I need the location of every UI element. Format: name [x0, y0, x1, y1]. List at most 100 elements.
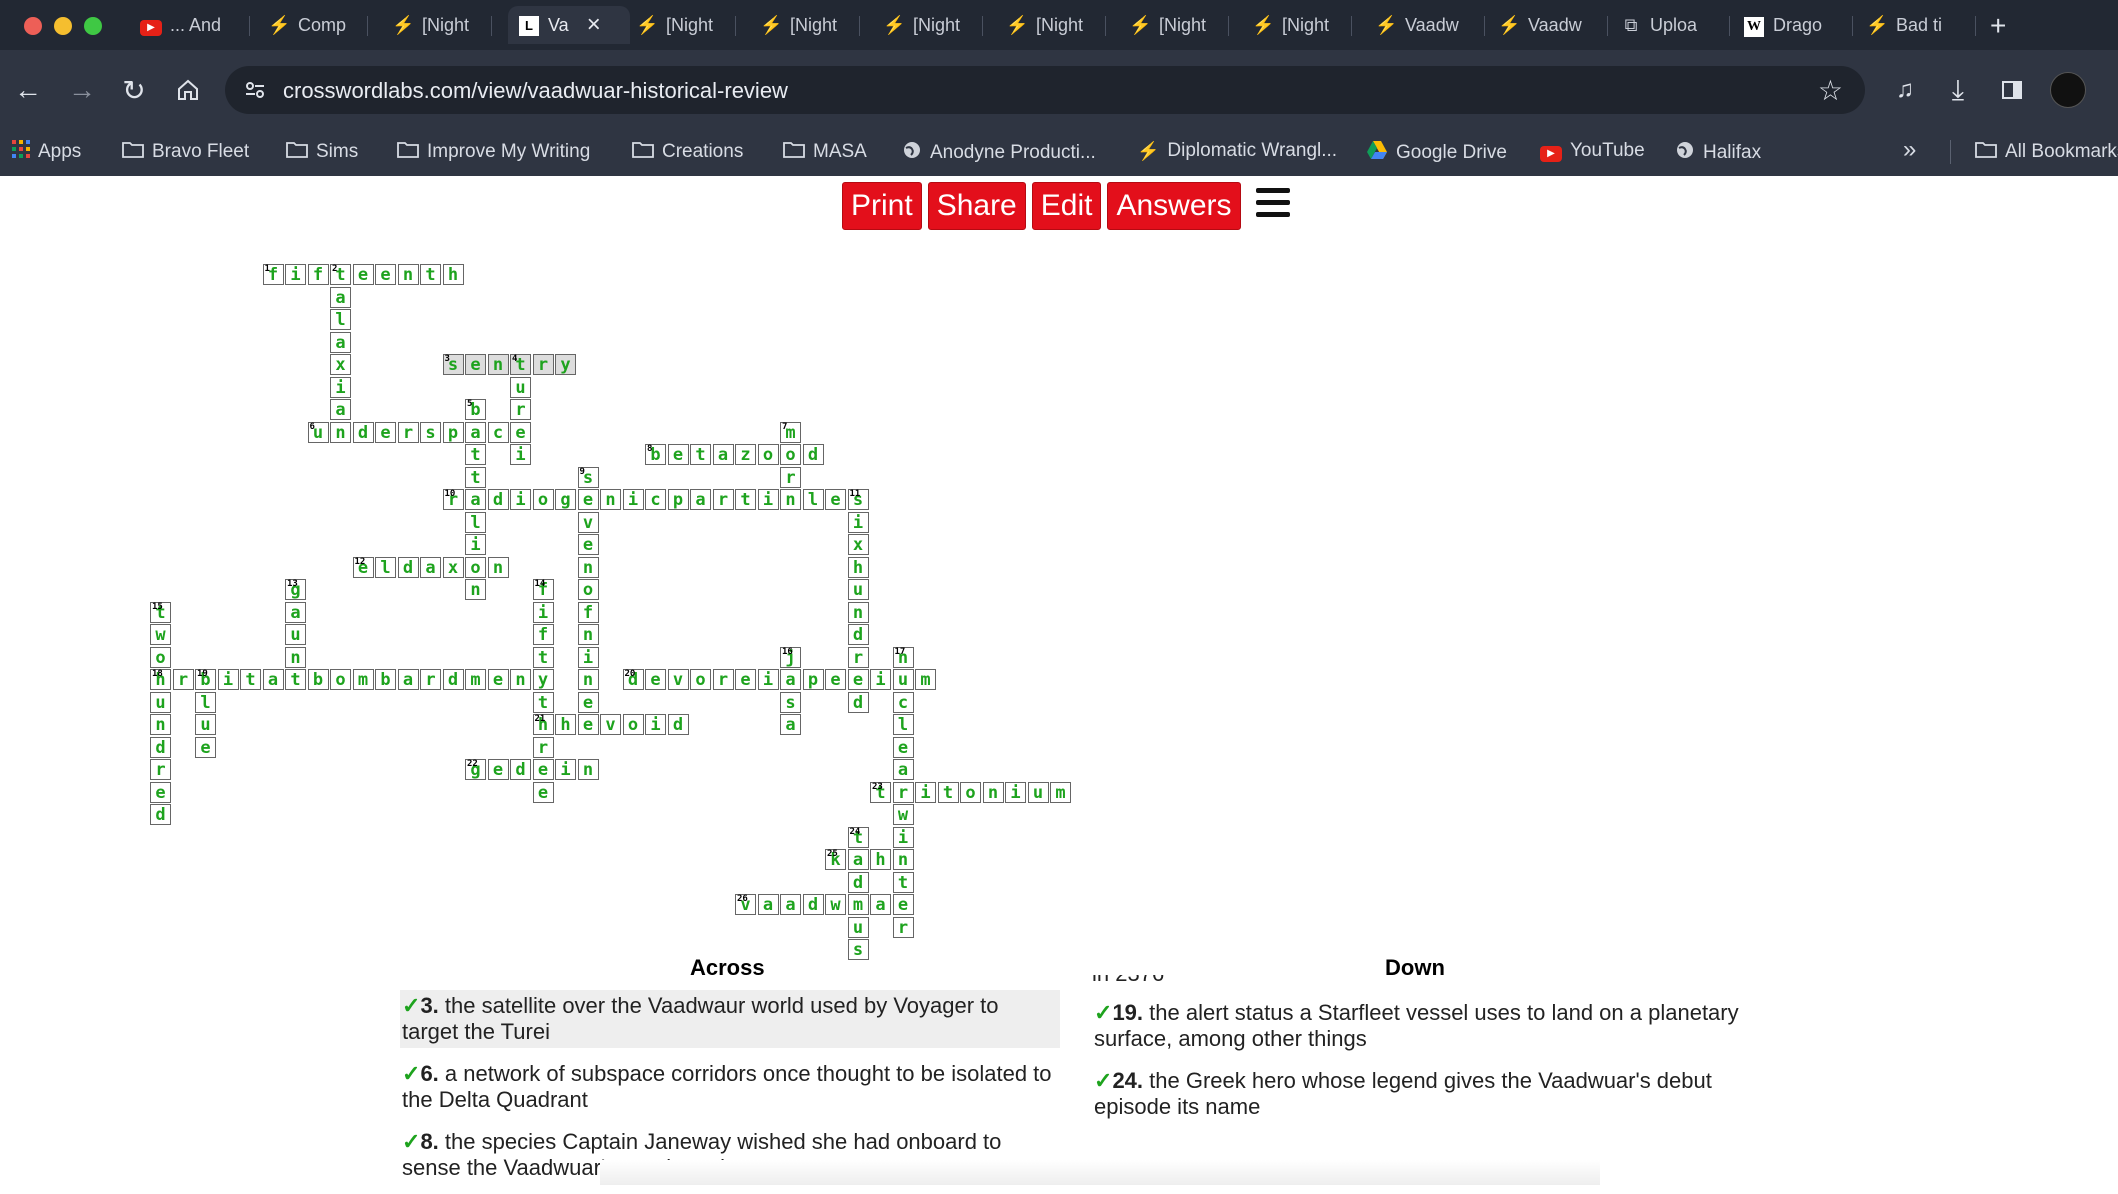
grid-cell[interactable]: r: [532, 354, 554, 375]
grid-cell[interactable]: e: [375, 421, 396, 443]
grid-cell[interactable]: g: [555, 489, 576, 510]
grid-cell[interactable]: n: [982, 781, 1004, 803]
grid-cell[interactable]: s: [420, 421, 441, 443]
tab-14[interactable]: ⚡ Bad ti: [1866, 6, 1976, 44]
profile-avatar[interactable]: [2050, 72, 2086, 108]
grid-cell[interactable]: i: [645, 714, 666, 735]
grid-cell[interactable]: a: [330, 286, 351, 308]
bookmark-9[interactable]: ▶ YouTube: [1540, 140, 1645, 162]
grid-cell[interactable]: w: [150, 624, 171, 645]
grid-cell[interactable]: e: [847, 669, 869, 690]
bookmark-6[interactable]: Anodyne Producti...: [902, 140, 1096, 165]
grid-cell[interactable]: e: [645, 669, 666, 690]
grid-cell[interactable]: n: [397, 264, 419, 285]
grid-cell[interactable]: n: [150, 714, 171, 735]
grid-cell[interactable]: l: [465, 511, 486, 533]
grid-cell[interactable]: e: [577, 534, 599, 555]
grid-cell[interactable]: u: [1027, 781, 1049, 803]
grid-cell[interactable]: e: [577, 489, 599, 510]
grid-cell[interactable]: c: [487, 421, 509, 443]
clue-item[interactable]: ✓3. the satellite over the Vaadwaur worl…: [400, 990, 1060, 1048]
grid-cell[interactable]: u: [847, 579, 869, 600]
grid-cell[interactable]: m: [465, 669, 486, 690]
clue-item[interactable]: ✓24. the Greek hero whose legend gives t…: [1092, 1065, 1752, 1123]
download-icon[interactable]: ⤓: [1938, 70, 1978, 110]
grid-cell[interactable]: a: [847, 849, 869, 870]
grid-cell[interactable]: t: [892, 871, 914, 893]
tab-10[interactable]: ⚡ Vaadw: [1375, 6, 1485, 44]
grid-cell[interactable]: 14 f: [532, 579, 554, 600]
grid-cell[interactable]: a: [465, 489, 486, 510]
grid-cell[interactable]: d: [802, 894, 824, 915]
grid-cell[interactable]: a: [420, 556, 441, 578]
grid-cell[interactable]: v: [600, 714, 621, 735]
grid-cell[interactable]: e: [465, 354, 486, 375]
grid-cell[interactable]: s: [847, 939, 869, 960]
maximize-window-button[interactable]: [84, 17, 102, 35]
close-tab-icon[interactable]: ×: [587, 11, 601, 39]
grid-cell[interactable]: i: [555, 759, 576, 780]
grid-cell[interactable]: d: [442, 669, 464, 690]
grid-cell[interactable]: r: [712, 489, 734, 510]
grid-cell[interactable]: 6u: [307, 421, 329, 443]
grid-cell[interactable]: i: [757, 489, 779, 510]
grid-cell[interactable]: i: [1005, 781, 1026, 803]
grid-cell[interactable]: i: [510, 444, 531, 465]
grid-cell[interactable]: 7m: [780, 421, 801, 443]
grid-cell[interactable]: a: [465, 421, 486, 443]
grid-cell[interactable]: i: [577, 646, 599, 668]
grid-cell[interactable]: a: [780, 714, 801, 735]
grid-cell[interactable]: r: [510, 399, 531, 420]
grid-cell[interactable]: y: [555, 354, 576, 375]
grid-cell[interactable]: r: [847, 646, 869, 668]
grid-cell[interactable]: 20 d: [622, 669, 644, 690]
grid-cell[interactable]: 19 b: [195, 669, 216, 690]
grid-cell[interactable]: e: [487, 759, 509, 780]
grid-cell[interactable]: c: [645, 489, 666, 510]
grid-cell[interactable]: e: [532, 759, 554, 780]
grid-cell[interactable]: n: [285, 646, 306, 668]
grid-cell[interactable]: x: [442, 556, 464, 578]
grid-cell[interactable]: 25 k: [825, 849, 846, 870]
grid-cell[interactable]: n: [510, 669, 531, 690]
grid-cell[interactable]: d: [802, 444, 824, 465]
grid-cell[interactable]: u: [847, 916, 869, 938]
tab-11[interactable]: ⚡ Vaadw: [1498, 6, 1608, 44]
grid-cell[interactable]: 15 t: [150, 601, 171, 623]
grid-cell[interactable]: d: [352, 421, 374, 443]
grid-cell[interactable]: a: [780, 894, 801, 915]
address-bar[interactable]: crosswordlabs.com/view/vaadwuar-historic…: [225, 66, 1865, 114]
grid-cell[interactable]: e: [892, 894, 914, 915]
grid-cell[interactable]: d: [150, 804, 171, 825]
grid-cell[interactable]: t: [532, 646, 554, 668]
minimize-window-button[interactable]: [54, 17, 72, 35]
grid-cell[interactable]: 13 g: [285, 579, 306, 600]
grid-cell[interactable]: r: [172, 669, 194, 690]
grid-cell[interactable]: v: [667, 669, 689, 690]
grid-cell[interactable]: b: [375, 669, 396, 690]
grid-cell[interactable]: f: [307, 264, 329, 285]
tab-13[interactable]: W Drago: [1743, 6, 1853, 44]
grid-cell[interactable]: r: [532, 736, 554, 758]
media-controls-icon[interactable]: ♫: [1885, 70, 1925, 110]
tab-5[interactable]: ⚡ [Night: [760, 6, 860, 44]
grid-cell[interactable]: m: [1050, 781, 1071, 803]
grid-cell[interactable]: i: [915, 781, 936, 803]
grid-cell[interactable]: t: [465, 466, 486, 488]
grid-cell[interactable]: n: [577, 669, 599, 690]
grid-cell[interactable]: e: [577, 714, 599, 735]
grid-cell[interactable]: x: [847, 534, 869, 555]
grid-cell[interactable]: l: [195, 691, 216, 713]
grid-cell[interactable]: 26 v: [735, 894, 756, 915]
grid-cell[interactable]: a: [330, 399, 351, 420]
grid-cell[interactable]: p: [667, 489, 689, 510]
grid-cell[interactable]: d: [487, 489, 509, 510]
grid-cell[interactable]: i: [532, 601, 554, 623]
back-arrow-icon[interactable]: ←: [8, 70, 48, 110]
grid-cell[interactable]: h: [555, 714, 576, 735]
grid-cell[interactable]: e: [735, 669, 756, 690]
grid-cell[interactable]: r: [712, 669, 734, 690]
clue-item[interactable]: ✓6. a network of subspace corridors once…: [400, 1058, 1060, 1116]
clue-item[interactable]: ✓19. the alert status a Starfleet vessel…: [1092, 997, 1752, 1055]
grid-cell[interactable]: n: [487, 354, 509, 375]
